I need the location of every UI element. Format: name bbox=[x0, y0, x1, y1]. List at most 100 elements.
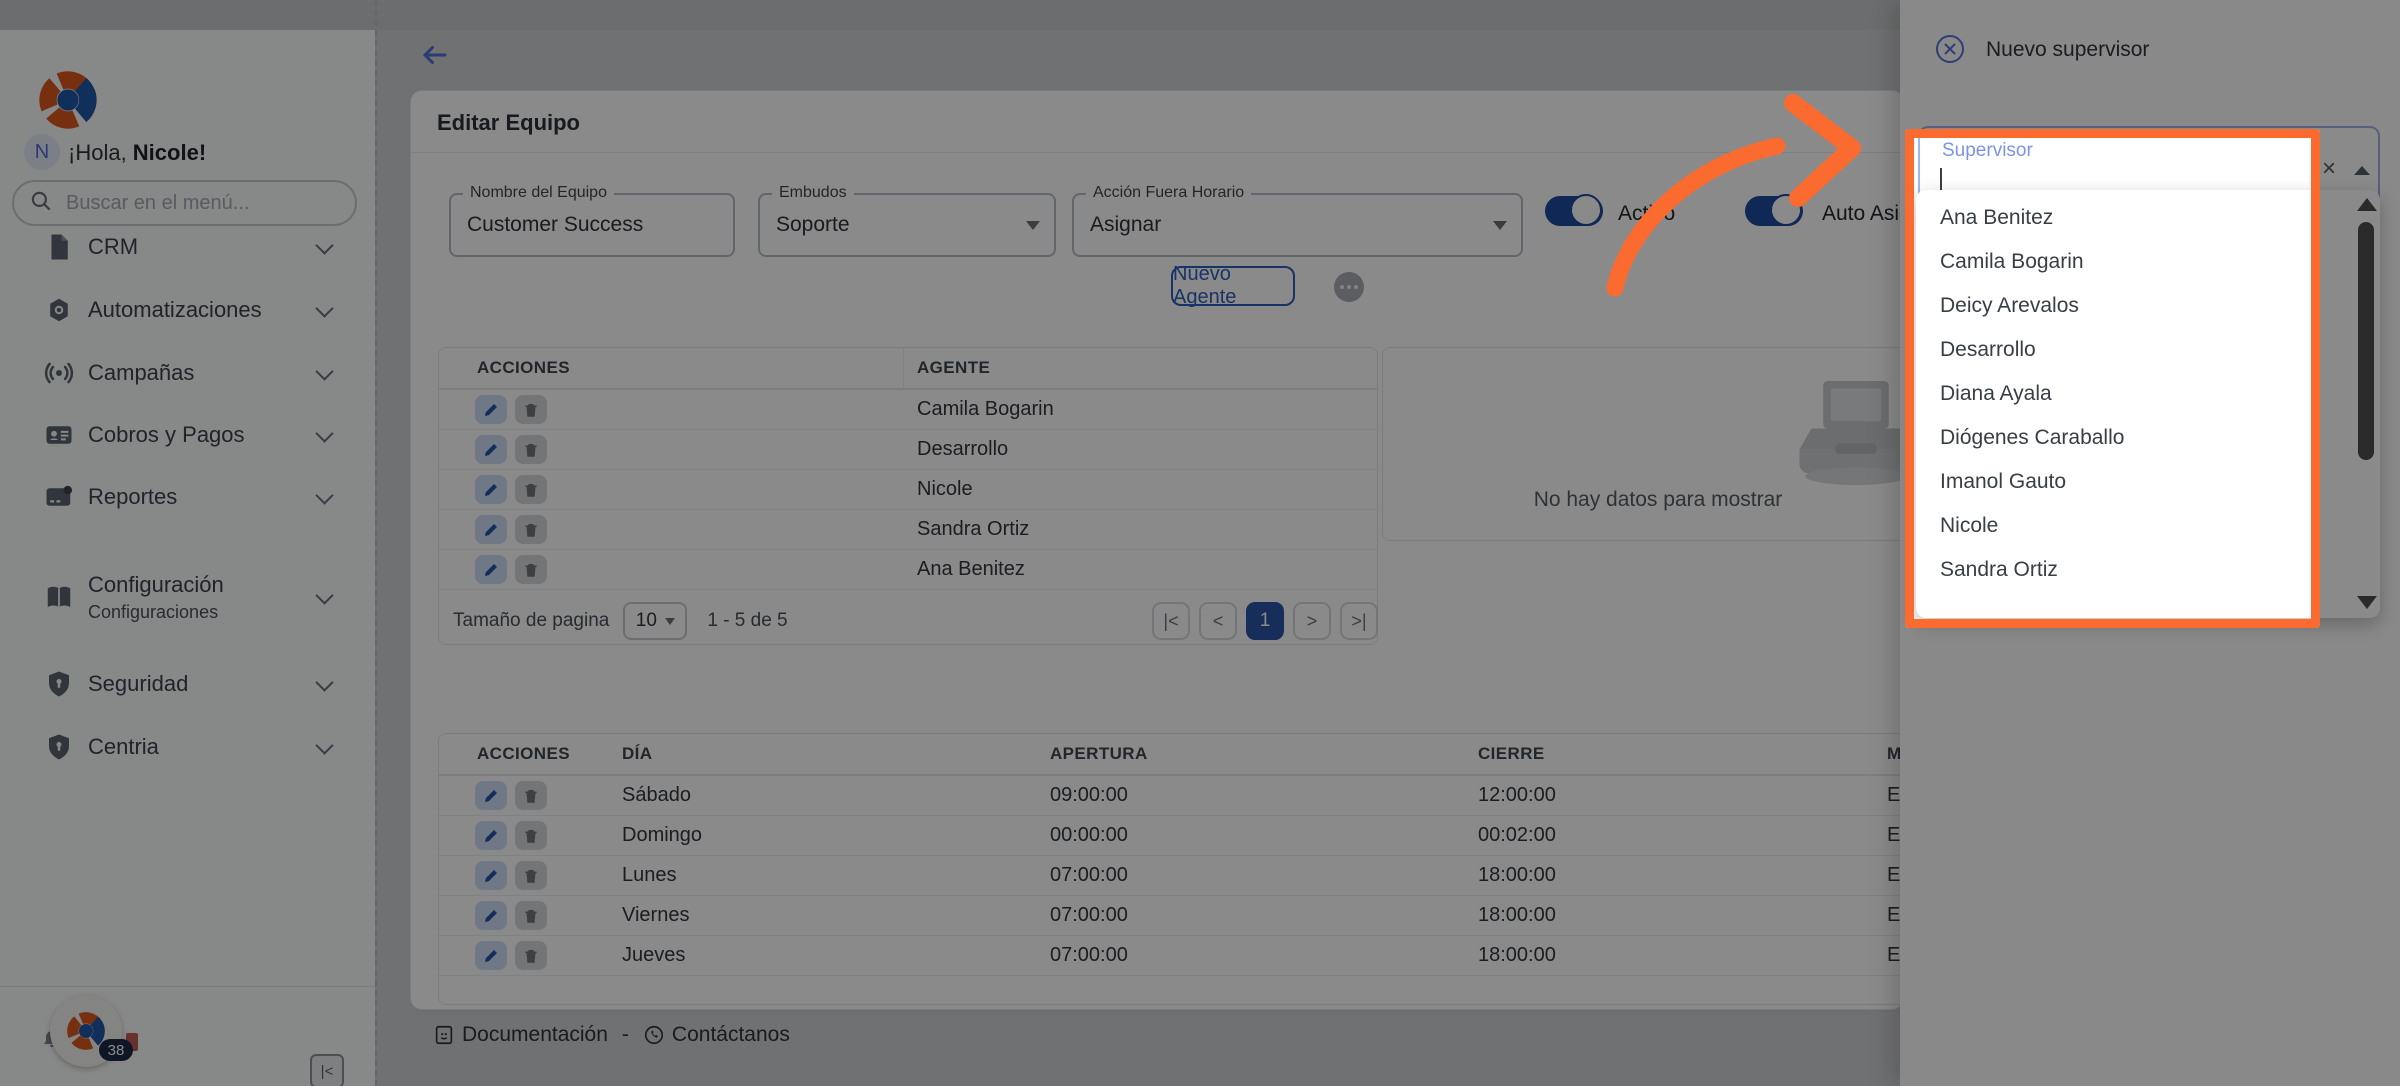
agent-name: Desarrollo bbox=[904, 438, 1008, 461]
edit-button[interactable] bbox=[475, 901, 507, 930]
edit-button[interactable] bbox=[475, 475, 507, 504]
agent-name: Ana Benitez bbox=[904, 558, 1025, 581]
delete-button[interactable] bbox=[515, 781, 547, 810]
last-page-button[interactable]: >| bbox=[1340, 602, 1378, 640]
off-hours-action-select[interactable]: Acción Fuera Horario Asignar bbox=[1072, 193, 1523, 257]
sidebar-item-label: Automatizaciones bbox=[88, 297, 262, 323]
scrollbar-up-icon[interactable] bbox=[2357, 198, 2377, 211]
open-cell: 07:00:00 bbox=[1050, 944, 1478, 967]
day-cell: Domingo bbox=[622, 824, 1050, 847]
close-icon[interactable] bbox=[1936, 35, 1964, 63]
edit-button[interactable] bbox=[475, 861, 507, 890]
field-value: Asignar bbox=[1090, 213, 1161, 237]
table-row: Sábado 09:00:00 12:00:00 E bbox=[439, 776, 1969, 816]
sidebar-item-sublabel: Configuraciones bbox=[88, 602, 224, 623]
current-page-button[interactable]: 1 bbox=[1246, 602, 1284, 640]
delete-button[interactable] bbox=[515, 901, 547, 930]
edit-button[interactable] bbox=[475, 515, 507, 544]
book-icon bbox=[44, 582, 74, 612]
chevron-down-icon bbox=[665, 618, 675, 625]
field-value: Soporte bbox=[776, 213, 850, 237]
sidebar-item-reportes[interactable]: Reportes bbox=[0, 465, 375, 528]
field-label: Embudos bbox=[772, 184, 854, 202]
user-avatar[interactable]: N bbox=[24, 134, 60, 170]
page-title: Editar Equipo bbox=[437, 110, 580, 136]
table-row: Lunes 07:00:00 18:00:00 E bbox=[439, 856, 1969, 896]
collapse-icon[interactable] bbox=[2354, 166, 2370, 175]
scrollbar-down-icon[interactable] bbox=[2357, 596, 2377, 609]
delete-button[interactable] bbox=[515, 555, 547, 584]
sidebar-item-cobros-y-pagos[interactable]: Cobros y Pagos bbox=[0, 403, 375, 466]
scrollbar-thumb[interactable] bbox=[2358, 222, 2374, 460]
table-row: Domingo 00:00:00 00:02:00 E bbox=[439, 816, 1969, 856]
edit-button[interactable] bbox=[475, 781, 507, 810]
close-cell: 18:00:00 bbox=[1478, 904, 1887, 927]
sidebar-item-seguridad[interactable]: Seguridad bbox=[0, 652, 375, 715]
table-row: Desarrollo bbox=[439, 430, 1377, 470]
shield-icon bbox=[44, 732, 74, 762]
edit-button[interactable] bbox=[475, 821, 507, 850]
chevron-down-icon bbox=[315, 586, 333, 604]
documentation-link[interactable]: Documentación bbox=[433, 1023, 608, 1047]
sidebar-item-centria[interactable]: Centria bbox=[0, 715, 375, 778]
chevron-down-icon bbox=[1493, 221, 1507, 230]
greeting-prefix: ¡Hola, bbox=[68, 140, 133, 165]
new-agent-button[interactable]: Nuevo Agente bbox=[1171, 266, 1295, 306]
edit-button[interactable] bbox=[475, 435, 507, 464]
edit-button[interactable] bbox=[475, 555, 507, 584]
back-button[interactable] bbox=[420, 40, 450, 70]
message-cell: E bbox=[1887, 824, 1900, 847]
schedule-table-header: ACCIONES DÍA APERTURA CIERRE M bbox=[439, 734, 1969, 776]
chevron-down-icon bbox=[315, 486, 333, 504]
open-cell: 09:00:00 bbox=[1050, 784, 1478, 807]
phone-icon bbox=[643, 1024, 665, 1046]
sidebar-item-configuracion[interactable]: Configuración Configuraciones bbox=[0, 553, 375, 641]
day-cell: Lunes bbox=[622, 864, 1050, 887]
delete-button[interactable] bbox=[515, 435, 547, 464]
contact-link[interactable]: Contáctanos bbox=[643, 1023, 790, 1047]
table-row: Viernes 07:00:00 18:00:00 E bbox=[439, 896, 1969, 936]
table-row: Sandra Ortiz bbox=[439, 510, 1377, 550]
open-cell: 07:00:00 bbox=[1050, 904, 1478, 927]
sidebar-collapse-icon[interactable]: |< bbox=[310, 1054, 344, 1086]
sidebar-bottom-divider bbox=[0, 986, 375, 987]
greeting-text: ¡Hola, Nicole! bbox=[68, 140, 206, 166]
delete-button[interactable] bbox=[515, 395, 547, 424]
team-name-field[interactable]: Nombre del Equipo Customer Success bbox=[449, 193, 735, 257]
sidebar-item-campanas[interactable]: Campañas bbox=[0, 341, 375, 404]
company-logo-icon bbox=[36, 68, 100, 132]
sidebar-item-automatizaciones[interactable]: Automatizaciones bbox=[0, 278, 375, 341]
clear-icon[interactable]: × bbox=[2318, 158, 2340, 180]
column-header: ACCIONES bbox=[439, 348, 904, 388]
sidebar-item-crm[interactable]: CRM bbox=[0, 215, 375, 278]
delete-button[interactable] bbox=[515, 475, 547, 504]
footer: Documentación - Contáctanos bbox=[433, 1020, 790, 1050]
sidebar-item-label: Configuración bbox=[88, 572, 224, 598]
page-size-label: Tamaño de pagina bbox=[453, 610, 609, 632]
close-cell: 12:00:00 bbox=[1478, 784, 1887, 807]
top-strip bbox=[0, 0, 1900, 30]
search-placeholder: Buscar en el menú... bbox=[66, 192, 249, 215]
table-row: Nicole bbox=[439, 470, 1377, 510]
sidebar-item-label: Seguridad bbox=[88, 671, 188, 697]
next-page-button[interactable]: > bbox=[1293, 602, 1331, 640]
sidebar-item-label: Campañas bbox=[88, 360, 194, 386]
edit-button[interactable] bbox=[475, 941, 507, 970]
agent-name: Nicole bbox=[904, 478, 973, 501]
contact-label: Contáctanos bbox=[672, 1023, 790, 1047]
delete-button[interactable] bbox=[515, 861, 547, 890]
broadcast-icon bbox=[44, 358, 74, 388]
edit-button[interactable] bbox=[475, 395, 507, 424]
page-size-select[interactable]: 10 bbox=[623, 602, 687, 640]
more-options-icon[interactable] bbox=[1334, 272, 1364, 302]
agent-name: Sandra Ortiz bbox=[904, 518, 1029, 541]
delete-button[interactable] bbox=[515, 941, 547, 970]
first-page-button[interactable]: |< bbox=[1152, 602, 1190, 640]
table-row: Jueves 07:00:00 18:00:00 E bbox=[439, 936, 1969, 976]
prev-page-button[interactable]: < bbox=[1199, 602, 1237, 640]
delete-button[interactable] bbox=[515, 821, 547, 850]
funnels-select[interactable]: Embudos Soporte bbox=[758, 193, 1056, 257]
agents-table-header: ACCIONES AGENTE bbox=[439, 348, 1377, 390]
chevron-down-icon bbox=[315, 236, 333, 254]
delete-button[interactable] bbox=[515, 515, 547, 544]
